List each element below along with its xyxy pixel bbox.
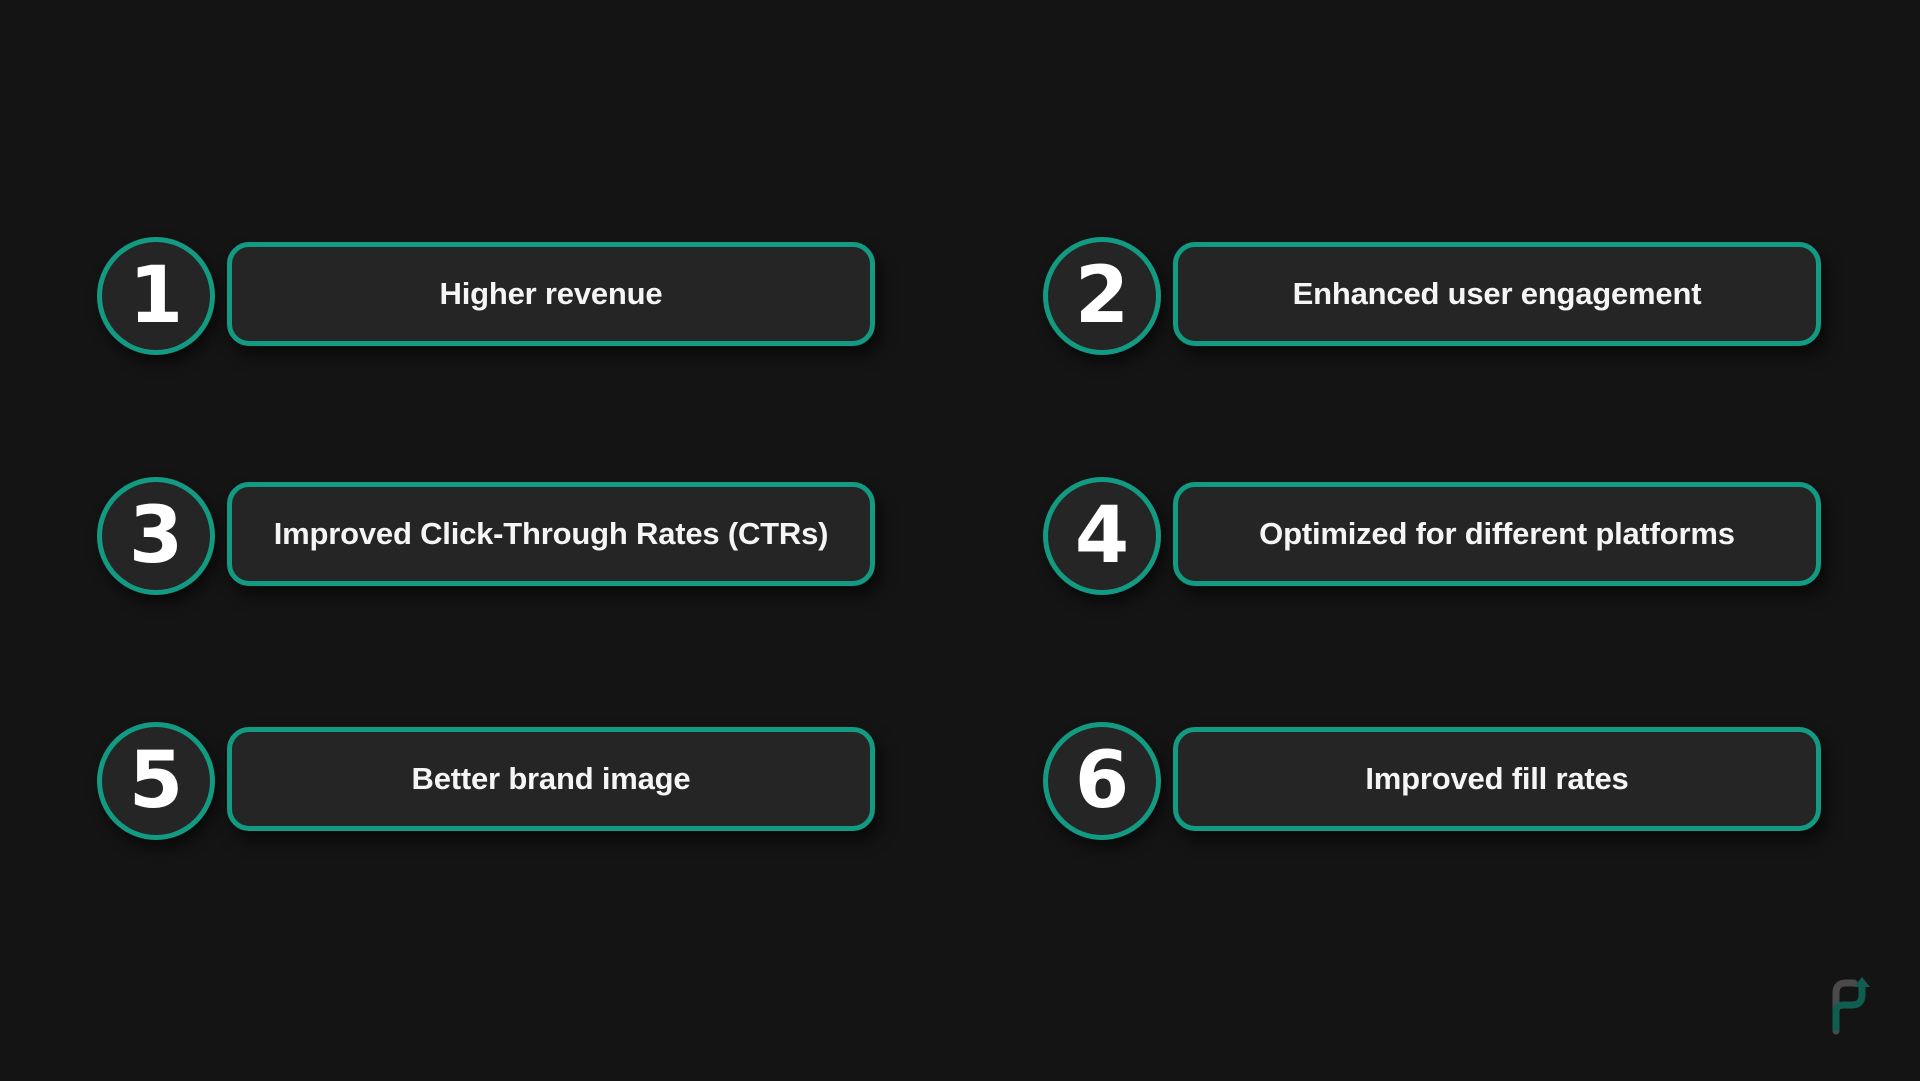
benefit-label: Improved fill rates: [1173, 727, 1821, 831]
number-badge: 2: [1043, 237, 1161, 355]
number-badge: 1: [97, 237, 215, 355]
number-badge: 4: [1043, 477, 1161, 595]
benefit-label: Optimized for different platforms: [1173, 482, 1821, 586]
brand-logo-arrow-icon: [1832, 977, 1870, 1035]
benefit-label: Higher revenue: [227, 242, 875, 346]
benefit-label: Improved Click-Through Rates (CTRs): [227, 482, 875, 586]
number-badge: 6: [1043, 722, 1161, 840]
benefit-label: Enhanced user engagement: [1173, 242, 1821, 346]
number-badge: 5: [97, 722, 215, 840]
number-badge: 3: [97, 477, 215, 595]
benefit-label: Better brand image: [227, 727, 875, 831]
